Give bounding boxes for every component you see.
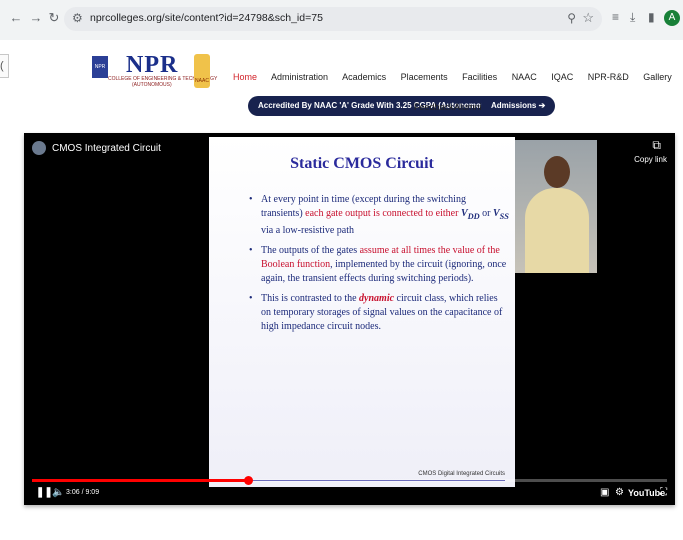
college-logo[interactable]: NPR NPR COLLEGE OF ENGINEERING & TECHNOL… <box>92 52 217 92</box>
slide-bullet: This is contrasted to the dynamic circui… <box>249 292 509 334</box>
pause-icon[interactable]: ❚❚ <box>36 487 53 498</box>
main-nav: Home Administration Academics Placements… <box>233 72 683 82</box>
zoom-icon[interactable]: ⚲ <box>567 11 576 25</box>
nav-npr-rd[interactable]: NPR-R&D <box>588 72 629 82</box>
back-icon[interactable]: ← <box>8 10 24 26</box>
nav-academics[interactable]: Academics <box>342 72 386 82</box>
channel-avatar[interactable] <box>32 141 46 155</box>
profile-avatar[interactable]: A <box>664 10 680 26</box>
download-icon[interactable]: ⤓ <box>630 10 635 25</box>
bookmark-star-icon[interactable]: ☆ <box>582 10 594 26</box>
nav-alumni[interactable]: Alumni <box>454 102 482 112</box>
copy-icon[interactable]: ⧉ <box>652 138 661 153</box>
nav-feedback[interactable]: Feedback <box>414 102 454 112</box>
url-text[interactable]: nprcolleges.org/site/content?id=24798&sc… <box>90 12 323 24</box>
settings-gear-icon[interactable]: ⚙ <box>615 487 624 498</box>
slide-bullets: At every point in time (except during th… <box>249 193 509 340</box>
slide-title: Static CMOS Circuit <box>290 155 434 172</box>
nav-facilities[interactable]: Facilities <box>462 72 497 82</box>
copy-link-label[interactable]: Copy link <box>634 155 667 164</box>
site-info-icon[interactable]: ⚙ <box>72 11 83 25</box>
progress-bar[interactable] <box>32 476 667 485</box>
video-title[interactable]: CMOS Integrated Circuit <box>52 143 161 154</box>
slide-footer: CMOS Digital Integrated Circuits <box>418 471 505 477</box>
site-header: ( NPR NPR COLLEGE OF ENGINEERING & TECHN… <box>0 40 683 128</box>
presenter-head <box>544 156 570 188</box>
fullscreen-icon[interactable]: ⛶ <box>660 487 667 498</box>
reading-list-icon[interactable]: ≡ <box>612 10 619 24</box>
nav-naac[interactable]: NAAC <box>512 72 537 82</box>
nav-home[interactable]: Home <box>233 72 257 82</box>
slide-bullet: The outputs of the gates assume at all t… <box>249 244 509 286</box>
nav-gallery[interactable]: Gallery <box>643 72 672 82</box>
nav-placements[interactable]: Placements <box>401 72 448 82</box>
naac-logo: NAAC <box>194 54 210 88</box>
nav-iqac[interactable]: IQAC <box>551 72 573 82</box>
progress-scrubber[interactable] <box>243 476 253 485</box>
volume-icon[interactable]: 🔈 <box>52 487 64 498</box>
logo-autonomous: (AUTONOMOUS) <box>132 82 172 88</box>
nav-administration[interactable]: Administration <box>271 72 328 82</box>
left-edge-fragment: ( <box>0 54 9 78</box>
progress-fill <box>32 479 248 482</box>
captions-icon[interactable]: ▣ <box>600 487 609 498</box>
slide-bullet: At every point in time (except during th… <box>249 193 509 238</box>
admissions-button[interactable]: Admissions ➔ <box>481 96 556 116</box>
forward-icon[interactable]: → <box>28 10 44 26</box>
logo-emblem: NPR <box>92 56 108 78</box>
address-bar[interactable]: ⚙ nprcolleges.org/site/content?id=24798&… <box>64 7 602 31</box>
logo-npr-text: NPR <box>126 52 179 78</box>
reload-icon[interactable]: ↻ <box>46 10 62 26</box>
presenter-body <box>525 188 589 273</box>
lecture-slide: Static CMOS Circuit At every point in ti… <box>209 137 515 487</box>
video-player[interactable]: CMOS Integrated Circuit ⧉ Copy link Stat… <box>24 133 675 505</box>
sidebar-icon[interactable]: ▮ <box>648 10 655 24</box>
presenter-webcam <box>515 140 597 273</box>
browser-toolbar: ← → ↻ ⚙ nprcolleges.org/site/content?id=… <box>0 0 683 40</box>
time-display: 3:06 / 9:09 <box>66 489 100 496</box>
